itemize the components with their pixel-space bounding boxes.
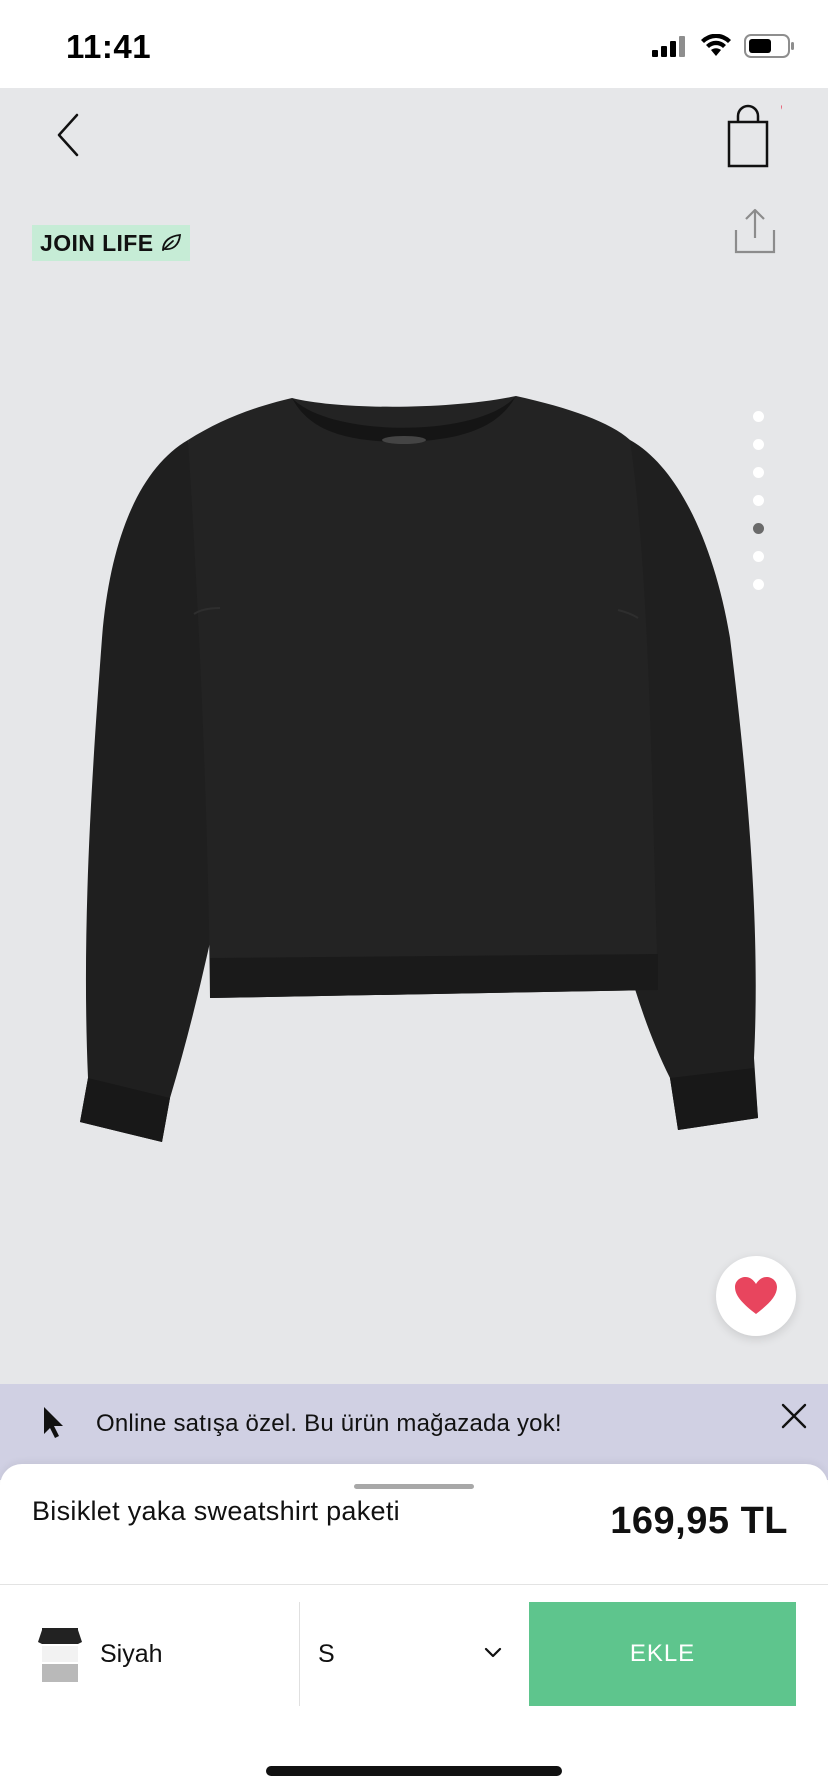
gallery-dot[interactable] [753,551,764,562]
status-bar: 11:41 [0,0,828,88]
notice-text: Online satışa özel. Bu ürün mağazada yok… [96,1410,562,1437]
status-time: 11:41 [66,28,152,65]
gallery-dot[interactable] [753,439,764,450]
color-selector[interactable]: Siyah [0,1602,298,1706]
favorite-button[interactable] [716,1256,796,1336]
color-label: Siyah [100,1640,163,1668]
chevron-down-icon [484,1647,502,1658]
cellular-signal-icon [652,36,685,57]
gallery-dot[interactable] [753,495,764,506]
divider [0,1584,828,1585]
gallery-pagination[interactable] [753,411,767,607]
gallery-dot[interactable] [753,579,764,590]
product-bottom-sheet[interactable]: Bisiklet yaka sweatshirt paketi 169,95 T… [0,1464,828,1792]
share-icon [734,208,776,254]
color-swatch-thumbnail [38,1628,82,1682]
shopping-bag-button[interactable] [726,102,789,170]
gallery-dot[interactable] [753,467,764,478]
badge-label: JOIN LIFE [40,229,154,256]
size-dropdown[interactable]: S [300,1602,510,1706]
close-icon [781,1403,807,1429]
notice-close-button[interactable] [774,1396,814,1436]
sheet-drag-handle[interactable] [354,1484,474,1489]
battery-icon [744,34,794,58]
shopping-bag-icon [727,104,789,168]
heart-icon [735,1277,777,1314]
product-image [80,396,758,1142]
gallery-dot-active[interactable] [753,523,764,534]
product-title: Bisiklet yaka sweatshirt paketi [32,1496,400,1526]
leaf-icon [161,233,181,251]
size-value: S [318,1640,335,1668]
join-life-badge: JOIN LIFE [32,225,190,261]
wifi-icon [701,34,731,56]
gallery-dot[interactable] [753,411,764,422]
back-button[interactable] [44,102,92,168]
add-to-cart-button[interactable]: EKLE [529,1602,796,1706]
home-indicator[interactable] [266,1766,562,1776]
product-price: 169,95 TL [610,1500,788,1542]
share-button[interactable] [733,206,777,256]
status-icons [652,34,796,58]
back-arrow-icon [57,113,79,157]
cursor-icon [44,1407,63,1438]
product-image-gallery[interactable]: JOIN LIFE [0,88,828,1384]
